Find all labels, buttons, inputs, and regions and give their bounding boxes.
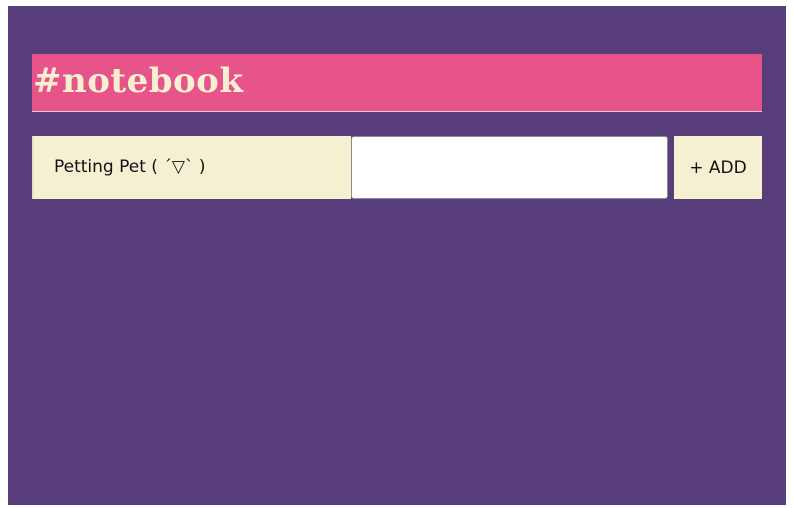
item-input[interactable] [351, 136, 668, 199]
notebook-app: #notebook Petting Pet ( ´▽` ) + ADD [8, 6, 786, 505]
page-title: #notebook [33, 61, 244, 101]
item-label: Petting Pet ( ´▽` ) [54, 157, 206, 177]
title-bar: #notebook [32, 54, 762, 112]
item-label-box: Petting Pet ( ´▽` ) [32, 136, 351, 199]
add-item-form: Petting Pet ( ´▽` ) + ADD [32, 136, 762, 199]
add-button[interactable]: + ADD [674, 136, 762, 199]
